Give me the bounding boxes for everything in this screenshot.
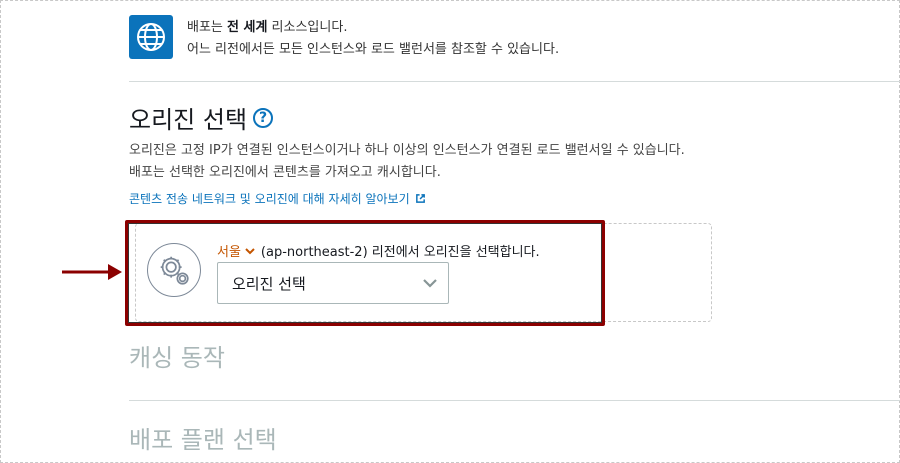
origin-select-value: 오리진 선택 — [232, 274, 306, 293]
learn-more-link[interactable]: 콘텐츠 전송 네트워크 및 오리진에 대해 자세히 알아보기 — [129, 190, 426, 207]
external-link-icon — [415, 194, 425, 203]
chevron-down-icon[interactable] — [245, 247, 255, 255]
section-title-origin: 오리진 선택 ? — [129, 100, 274, 135]
chevron-down-icon — [423, 279, 437, 288]
info-bold-text: 전 세계 — [227, 20, 268, 35]
gears-icon — [147, 243, 201, 297]
section-title-caching[interactable]: 캐싱 동작 — [129, 338, 225, 373]
region-line: 서울 (ap-northeast-2) 리전에서 오리진을 선택합니다. — [217, 241, 540, 260]
info-line-1: 배포는 전 세계 리소스입니다. — [187, 20, 348, 35]
globe-icon — [129, 15, 173, 59]
section-title-plan[interactable]: 배포 플랜 선택 — [129, 420, 277, 455]
origin-select[interactable]: 오리진 선택 — [217, 262, 449, 304]
divider — [129, 81, 900, 82]
info-line-2: 어느 리전에서든 모든 인스턴스와 로드 밸런서를 참조할 수 있습니다. — [187, 42, 560, 57]
info-text: 배포는 전 세계 리소스입니다. 어느 리전에서든 모든 인스턴스와 로드 밸런… — [187, 17, 559, 61]
origin-description: 오리진은 고정 IP가 연결된 인스턴스이거나 하나 이상의 인스턴스가 연결된… — [129, 143, 685, 180]
divider — [129, 400, 900, 401]
region-description: (ap-northeast-2) 리전에서 오리진을 선택합니다. — [260, 245, 540, 260]
annotation-arrow-icon — [62, 262, 124, 282]
region-selector[interactable]: 서울 — [217, 241, 241, 260]
help-icon[interactable]: ? — [253, 107, 274, 128]
